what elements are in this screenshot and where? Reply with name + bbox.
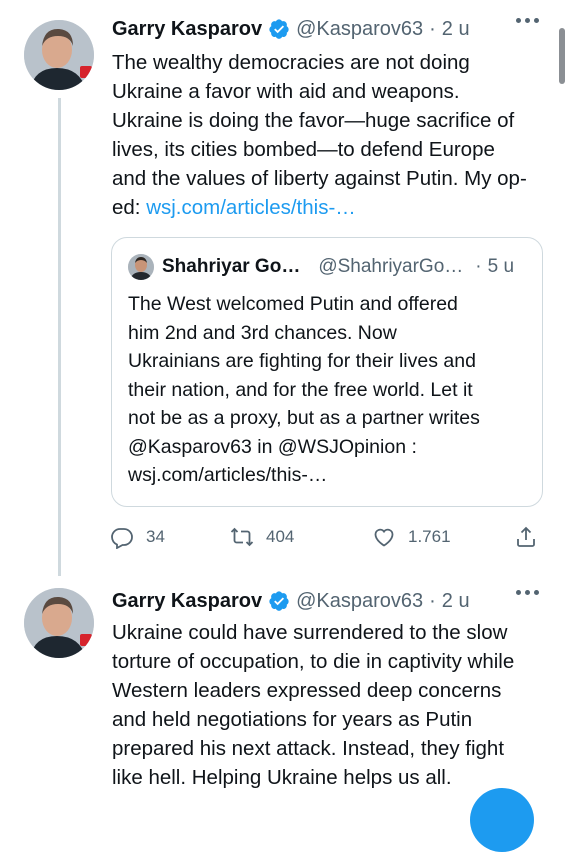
author-name[interactable]: Garry Kasparov [112,18,262,41]
tweet-text: Ukraine could have surrendered to the sl… [112,618,542,792]
thread-line [58,98,61,576]
quote-header: Shahriyar Go… @ShahriyarGo… · 5 u [128,254,514,280]
heart-icon [374,528,394,547]
quote-text-line: @Kasparov63 in @WSJOpinion : [128,435,417,458]
quote-author-name[interactable]: Shahriyar Go… [162,256,300,278]
tweet-text-line: Ukraine is doing the favor—huge sacrific… [112,109,515,132]
tweet-text-line: prepared his next attack. Instead, they … [112,737,505,760]
tweet-text-line: Ukraine a favor with aid and weapons. [112,80,460,103]
retweet-icon [230,527,254,547]
quote-text-line: their nation, and for the free world. Le… [128,378,473,401]
quote-text-line: Ukrainians are fighting for their lives … [128,350,476,372]
tweet[interactable]: Garry Kasparov @Kasparov63 · 2 u The wea… [0,12,567,576]
share-icon [517,526,535,547]
separator-dot: · [429,17,436,40]
author-name[interactable]: Garry Kasparov [112,590,262,613]
author-handle[interactable]: @Kasparov63 [296,590,423,613]
quote-timestamp[interactable]: 5 u [488,256,514,278]
reply-count: 34 [146,527,165,546]
verified-badge-icon [269,591,289,611]
quote-text-line: not be as a proxy, but as a partner writ… [128,407,480,429]
share-button[interactable] [514,525,550,549]
retweet-button[interactable]: 404 [230,525,294,549]
tweet-text-line: and held negotiations for years as Putin [112,708,473,731]
tweet-text-line: lives, its cities bombed—to defend Europ… [112,138,495,161]
quote-text-line: him 2nd and 3rd chances. Now [128,321,397,344]
more-options-icon[interactable] [516,18,539,23]
quoted-tweet[interactable]: Shahriyar Go… @ShahriyarGo… · 5 u The We… [111,237,543,507]
tweet-text: The wealthy democracies are not doing Uk… [112,48,542,222]
tweet-header: Garry Kasparov @Kasparov63 · 2 u [112,584,470,618]
quote-text: The West welcomed Putin and offered him … [128,290,528,490]
quote-separator-dot: · [475,256,482,277]
timestamp[interactable]: 2 u [442,18,470,41]
verified-badge-icon [269,19,289,39]
tweet-actions: 34 404 1.761 [110,525,550,555]
avatar[interactable] [24,588,94,658]
author-handle[interactable]: @Kasparov63 [296,18,423,41]
like-button[interactable]: 1.761 [372,525,451,549]
tweet-text-line: Ukraine could have surrendered to the sl… [112,621,508,644]
tweet-text-line: torture of occupation, to die in captivi… [112,650,515,673]
tweet-text-line: The wealthy democracies are not doing [112,51,470,74]
tweet-text-line: like hell. Helping Ukraine helps us all. [112,766,452,789]
tweet-text-line: and the values of liberty against Putin.… [112,167,527,190]
quote-avatar-photo-icon [128,254,154,280]
quote-text-line: The West welcomed Putin and offered [128,293,458,315]
tweet[interactable]: Garry Kasparov @Kasparov63 · 2 u Ukraine… [0,584,567,800]
quote-author-handle[interactable]: @ShahriyarGo… [318,256,463,278]
article-link[interactable]: wsj.com/articles/this-… [146,196,356,219]
compose-tweet-button[interactable] [470,788,534,852]
reply-icon [111,528,133,549]
reply-button[interactable]: 34 [110,525,165,549]
tweet-text-line: Western leaders expressed deep concerns [112,679,502,702]
avatar[interactable] [24,20,94,90]
quote-text-line: wsj.com/articles/this-… [128,464,328,486]
timestamp[interactable]: 2 u [442,590,470,613]
tweet-text-line: ed: [112,196,147,219]
more-options-icon[interactable] [516,590,539,595]
retweet-count: 404 [266,527,295,546]
avatar-photo-icon [24,20,94,90]
tweet-header: Garry Kasparov @Kasparov63 · 2 u [112,12,470,46]
like-count: 1.761 [408,527,451,546]
quote-avatar[interactable] [128,254,154,280]
separator-dot: · [429,589,436,612]
avatar-photo-icon [24,588,94,658]
